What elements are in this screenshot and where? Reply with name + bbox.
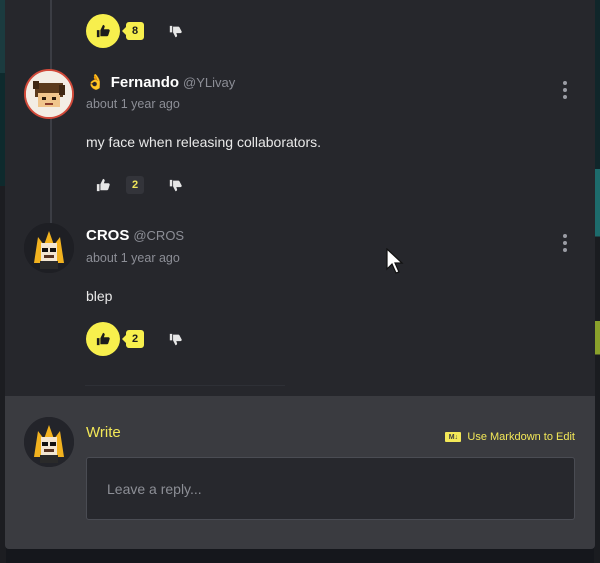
vote-count: 2 bbox=[122, 330, 144, 348]
thumbs-down-icon bbox=[169, 179, 182, 191]
timestamp: about 1 year ago bbox=[86, 97, 180, 111]
thumbs-up-icon bbox=[96, 332, 110, 346]
comments-panel: 8 👌 Fernando @YLivay about 1 year ago my… bbox=[5, 0, 595, 549]
author-name[interactable]: Fernando bbox=[111, 74, 179, 91]
vote-count: 2 bbox=[126, 176, 144, 194]
author-handle[interactable]: @CROS bbox=[133, 228, 184, 243]
comment-header: CROS @CROS bbox=[86, 227, 184, 244]
downvote-button[interactable] bbox=[164, 20, 186, 42]
divider bbox=[85, 385, 285, 386]
author-name[interactable]: CROS bbox=[86, 227, 129, 244]
pixel-avatar-image bbox=[24, 223, 74, 273]
downvote-button[interactable] bbox=[164, 328, 186, 350]
pixel-avatar-image bbox=[26, 71, 72, 117]
mouse-cursor-icon bbox=[386, 248, 404, 274]
upvote-button[interactable] bbox=[86, 322, 120, 356]
author-handle[interactable]: @YLivay bbox=[183, 75, 235, 90]
comment-header: 👌 Fernando @YLivay bbox=[86, 73, 235, 91]
thumbs-up-icon bbox=[96, 178, 110, 192]
more-vertical-icon[interactable] bbox=[561, 234, 569, 252]
markdown-hint-link[interactable]: M↓ Use Markdown to Edit bbox=[445, 431, 575, 443]
avatar[interactable] bbox=[24, 223, 74, 273]
upvote-button[interactable] bbox=[86, 168, 120, 202]
comment-text: my face when releasing collaborators. bbox=[86, 134, 322, 150]
reply-composer: Write M↓ Use Markdown to Edit Leave a re… bbox=[5, 396, 595, 549]
pixel-avatar-image bbox=[24, 417, 74, 467]
thumbs-down-icon bbox=[169, 333, 182, 345]
vote-count: 8 bbox=[122, 22, 144, 40]
vote-row: 2 bbox=[86, 322, 186, 356]
timestamp: about 1 year ago bbox=[86, 251, 180, 265]
markdown-hint-label: Use Markdown to Edit bbox=[467, 431, 575, 443]
thread-line bbox=[50, 118, 52, 226]
more-vertical-icon[interactable] bbox=[561, 81, 569, 99]
avatar[interactable] bbox=[24, 69, 74, 119]
downvote-button[interactable] bbox=[164, 174, 186, 196]
vote-row: 8 bbox=[86, 14, 186, 48]
markdown-icon: M↓ bbox=[445, 432, 462, 442]
thumbs-up-icon bbox=[96, 24, 110, 38]
avatar bbox=[24, 417, 74, 467]
vote-row: 2 bbox=[86, 168, 186, 202]
comment-text: blep bbox=[86, 288, 113, 304]
ok-hand-emoji: 👌 bbox=[86, 74, 105, 91]
upvote-button[interactable] bbox=[86, 14, 120, 48]
thumbs-down-icon bbox=[169, 25, 182, 37]
reply-input[interactable]: Leave a reply... bbox=[86, 457, 575, 520]
write-tab[interactable]: Write bbox=[86, 424, 121, 441]
thread-line bbox=[50, 0, 52, 72]
